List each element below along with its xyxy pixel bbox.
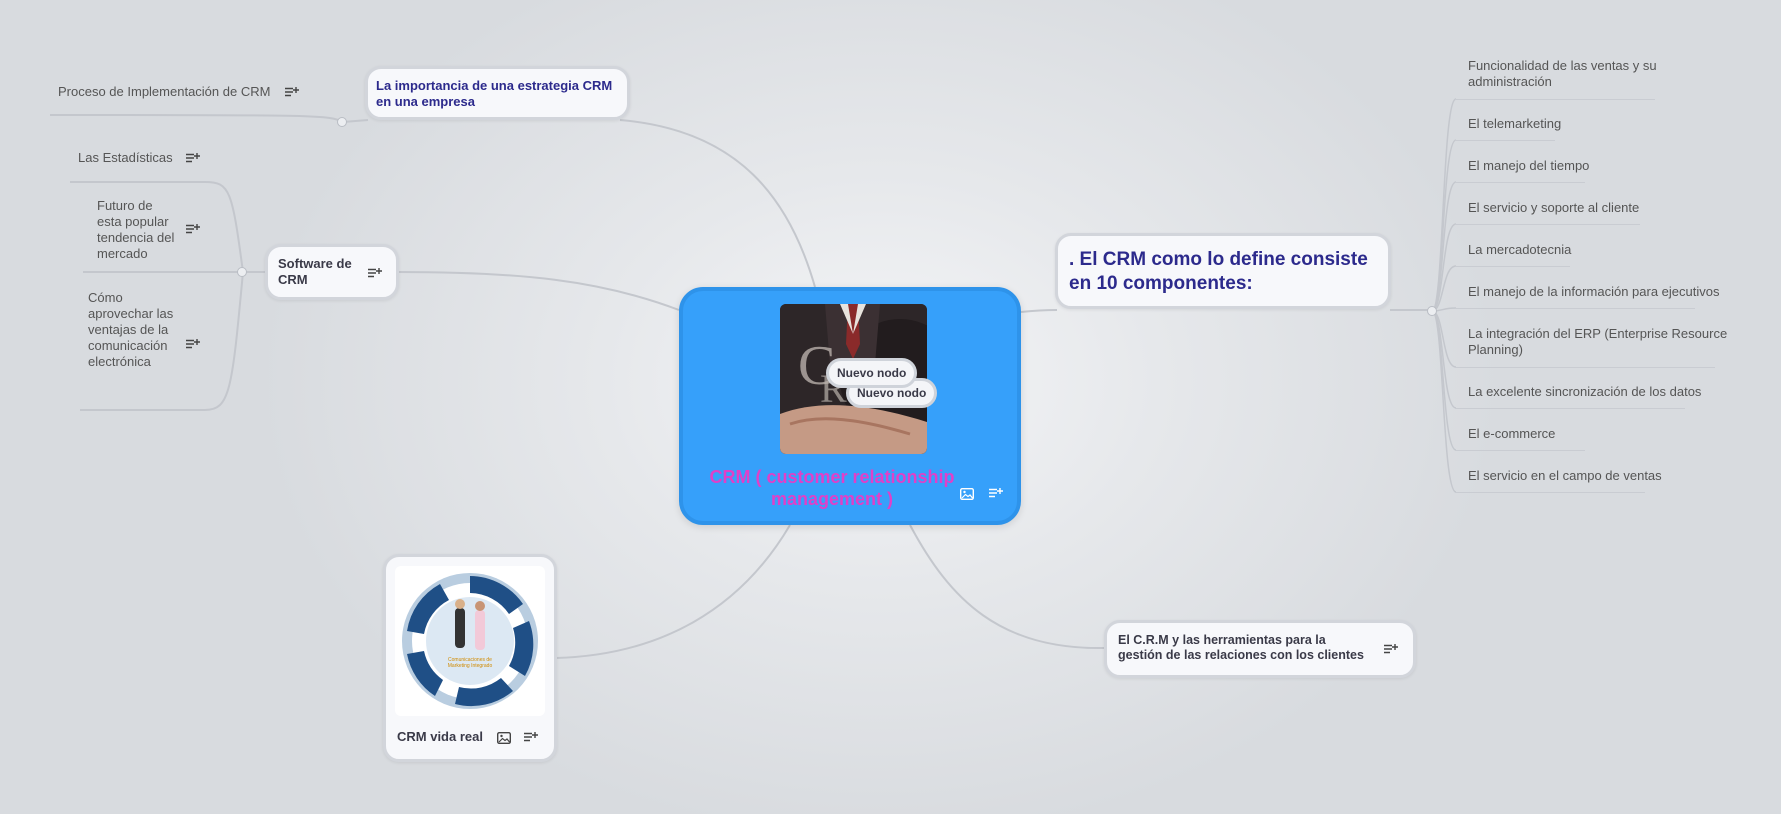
componente-underline xyxy=(1455,266,1570,267)
leaf-proceso-implementacion[interactable]: Proceso de Implementación de CRM xyxy=(58,84,270,100)
componente-item[interactable]: El servicio en el campo de ventas xyxy=(1468,468,1728,484)
leaf-estadisticas[interactable]: Las Estadísticas xyxy=(78,150,173,166)
branch-joint xyxy=(1427,306,1437,316)
topic-label: Software de CRM xyxy=(278,256,352,287)
componente-item[interactable]: La integración del ERP (Enterprise Resou… xyxy=(1468,326,1728,358)
note-add-icon[interactable] xyxy=(989,487,1003,499)
branch-joint xyxy=(337,117,347,127)
componente-branch xyxy=(1431,310,1457,368)
componente-branch xyxy=(1431,181,1457,312)
componente-underline xyxy=(1455,182,1585,183)
componente-item[interactable]: Funcionalidad de las ventas y su adminis… xyxy=(1468,58,1668,90)
branch-joint xyxy=(237,267,247,277)
componente-item[interactable]: La mercadotecnia xyxy=(1468,242,1728,258)
leaf-aprovechar-ventajas[interactable]: Cómo aprovechar las ventajas de la comun… xyxy=(88,290,178,370)
bubble-nuevo-nodo-front[interactable]: Nuevo nodo xyxy=(826,358,918,388)
componente-item[interactable]: La excelente sincronización de los datos xyxy=(1468,384,1728,400)
componente-underline xyxy=(1455,367,1715,368)
componente-item[interactable]: El manejo de la información para ejecuti… xyxy=(1468,284,1728,300)
componente-branch xyxy=(1431,223,1457,312)
crm-cycle-diagram-image: Comunicaciones de Marketing Integrado xyxy=(395,566,545,716)
componente-branch xyxy=(1431,265,1457,312)
topic-label: CRM vida real xyxy=(397,729,483,744)
image-icon[interactable] xyxy=(959,487,975,501)
note-add-icon[interactable] xyxy=(186,223,200,235)
topic-label: . El CRM como lo define consiste en 10 c… xyxy=(1069,249,1368,294)
topic-importancia-estrategia[interactable]: La importancia de una estrategia CRM en … xyxy=(365,66,630,120)
componente-underline xyxy=(1455,140,1555,141)
componente-underline xyxy=(1455,308,1695,309)
note-add-icon[interactable] xyxy=(285,86,299,98)
leaf-futuro-tendencia[interactable]: Futuro de esta popular tendencia del mer… xyxy=(97,198,177,262)
note-add-icon[interactable] xyxy=(1384,643,1398,655)
componente-branch xyxy=(1431,310,1457,451)
svg-text:Marketing Integrado: Marketing Integrado xyxy=(448,663,493,669)
topic-label: La importancia de una estrategia CRM en … xyxy=(376,78,613,109)
componente-underline xyxy=(1455,99,1655,100)
componente-underline xyxy=(1455,408,1685,409)
componente-branch xyxy=(1431,310,1457,493)
note-add-icon[interactable] xyxy=(368,267,382,279)
componente-underline xyxy=(1455,450,1585,451)
componente-underline xyxy=(1455,492,1645,493)
componente-underline xyxy=(1455,224,1640,225)
topic-label: El C.R.M y las herramientas para la gest… xyxy=(1118,633,1364,662)
central-topic-crm[interactable]: C R Nuevo nodo Nuevo nodo CRM ( customer… xyxy=(679,287,1021,525)
note-add-icon[interactable] xyxy=(186,152,200,164)
componente-branch xyxy=(1431,310,1457,409)
note-add-icon[interactable] xyxy=(186,338,200,350)
topic-herramientas-gestion[interactable]: El C.R.M y las herramientas para la gest… xyxy=(1104,620,1416,678)
topic-crm-vida-real[interactable]: Comunicaciones de Marketing Integrado CR… xyxy=(383,554,557,762)
central-title: CRM ( customer relationship management ) xyxy=(709,467,955,509)
componente-item[interactable]: El servicio y soporte al cliente xyxy=(1468,200,1728,216)
componente-branch xyxy=(1431,139,1457,312)
componente-item[interactable]: El telemarketing xyxy=(1468,116,1728,132)
componente-branch xyxy=(1431,98,1457,312)
topic-software-crm[interactable]: Software de CRM xyxy=(265,244,399,300)
componente-item[interactable]: El manejo del tiempo xyxy=(1468,158,1728,174)
note-add-icon[interactable] xyxy=(524,731,538,743)
componente-item[interactable]: El e-commerce xyxy=(1468,426,1728,442)
image-icon[interactable] xyxy=(496,731,512,745)
topic-diez-componentes[interactable]: . El CRM como lo define consiste en 10 c… xyxy=(1055,233,1391,309)
